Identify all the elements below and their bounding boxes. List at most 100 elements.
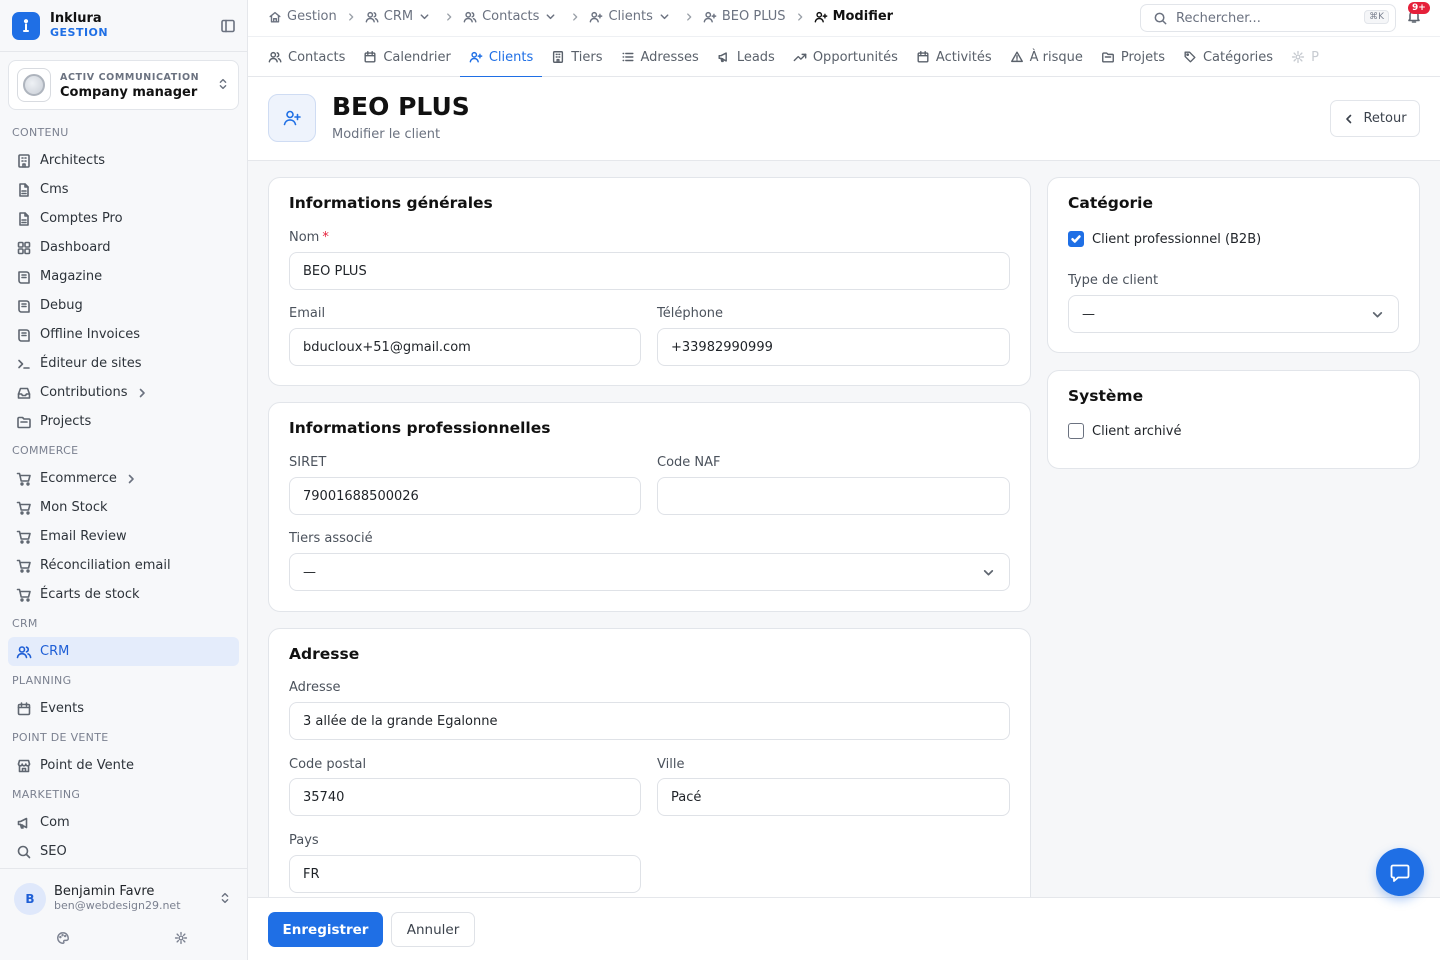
b2b-checkbox[interactable]: Client professionnel (B2B)	[1068, 231, 1261, 247]
chevron-up-down-icon[interactable]	[218, 891, 232, 905]
tab-tiers[interactable]: Tiers	[542, 37, 611, 77]
phone-label: Téléphone	[657, 306, 724, 321]
email-field[interactable]: bducloux+51@gmail.com	[289, 328, 641, 366]
user-menu[interactable]: B Benjamin Favre ben@webdesign29.net	[14, 883, 181, 915]
sidebar-item-label: Éditeur de sites	[40, 356, 142, 371]
chevron-up-down-icon	[216, 77, 230, 91]
naf-field[interactable]	[657, 477, 1010, 515]
brand[interactable]: Inklura GESTION	[12, 10, 238, 42]
tab-cat-gories[interactable]: Catégories	[1174, 37, 1282, 77]
gear-icon[interactable]	[174, 931, 188, 945]
chevron-right-icon	[128, 387, 156, 399]
country-field[interactable]: FR	[289, 855, 641, 893]
cart-icon	[16, 529, 40, 545]
tab-contacts[interactable]: Contacts	[259, 37, 354, 77]
sidebar-item-offline-invoices[interactable]: Offline Invoices	[8, 320, 239, 349]
nav-section-title: MARKETING	[12, 788, 81, 801]
tab-opportunit-s[interactable]: Opportunités	[784, 37, 907, 77]
tab-label: Clients	[488, 49, 534, 65]
sidebar-item-magazine[interactable]: Magazine	[8, 262, 239, 291]
country-label: Pays	[289, 833, 319, 848]
breadcrumb-label: Contacts	[482, 9, 540, 24]
sidebar-item-debug[interactable]: Debug	[8, 291, 239, 320]
users-icon	[268, 50, 288, 64]
sidebar-item-contributions[interactable]: Contributions	[8, 378, 239, 407]
tab-projets[interactable]: Projets	[1092, 37, 1174, 77]
archived-checkbox[interactable]: Client archivé	[1068, 423, 1181, 439]
sidebar-item-label: Cms	[40, 182, 69, 197]
breadcrumb-item[interactable]: BEO PLUS	[703, 9, 786, 24]
cancel-button[interactable]: Annuler	[391, 912, 475, 947]
tab-clients[interactable]: Clients	[459, 37, 543, 78]
card-title: Adresse	[289, 645, 360, 663]
sidebar-item-projects[interactable]: Projects	[8, 407, 239, 436]
city-field[interactable]: Pacé	[657, 778, 1010, 816]
user-plus-icon	[589, 10, 608, 24]
sidebar-item-architects[interactable]: Architects	[8, 146, 239, 175]
tiers-select[interactable]: —	[289, 553, 1010, 591]
chevron-left-icon	[1343, 113, 1363, 125]
sidebar-item-dashboard[interactable]: Dashboard	[8, 233, 239, 262]
sidebar-item-seo[interactable]: SEO	[8, 837, 239, 866]
tab-adresses[interactable]: Adresses	[612, 37, 708, 77]
siret-field[interactable]: 79001688500026	[289, 477, 641, 515]
tab--risque[interactable]: À risque	[1001, 37, 1092, 77]
brand-name: Inklura	[50, 11, 102, 26]
tab-leads[interactable]: Leads	[708, 37, 784, 77]
sidebar-item-ecommerce[interactable]: Ecommerce	[8, 464, 239, 493]
chevron-right-icon	[337, 12, 365, 22]
sidebar-item-label: SEO	[40, 844, 67, 859]
company-switcher[interactable]: ACTIV COMMUNICATION Company manager	[8, 60, 239, 110]
sidebar-item-cms[interactable]: Cms	[8, 175, 239, 204]
breadcrumb-item[interactable]: Contacts	[463, 9, 561, 24]
tab-activit-s[interactable]: Activités	[907, 37, 1001, 77]
breadcrumb-item[interactable]: CRM	[365, 9, 435, 24]
tab-calendrier[interactable]: Calendrier	[354, 37, 459, 77]
breadcrumb-item[interactable]: Clients	[589, 9, 674, 24]
client-type-select[interactable]: —	[1068, 295, 1399, 333]
sidebar-item-label: Email Review	[40, 529, 127, 544]
chevron-right-icon	[561, 12, 589, 22]
sidebar-item-label: Dashboard	[40, 240, 111, 255]
form-content[interactable]: Informations générales Nom * BEO PLUS Ema…	[248, 161, 1440, 897]
breadcrumb-item[interactable]: Gestion	[268, 9, 337, 24]
sidebar-item-mon-stock[interactable]: Mon Stock	[8, 493, 239, 522]
name-field[interactable]: BEO PLUS	[289, 252, 1010, 290]
sidebar-item-crm[interactable]: CRM	[8, 637, 239, 666]
address-label: Adresse	[289, 680, 341, 695]
sidebar-item--diteur-de-sites[interactable]: Éditeur de sites	[8, 349, 239, 378]
sidebar-item-label: Architects	[40, 153, 106, 168]
tab-p[interactable]: P	[1282, 37, 1328, 77]
chevron-down-icon[interactable]	[653, 11, 675, 22]
chevron-down-icon[interactable]	[539, 11, 561, 22]
divider	[0, 51, 247, 52]
building-icon	[16, 153, 40, 169]
sidebar-item-point-de-vente[interactable]: Point de Vente	[8, 751, 239, 780]
sidebar-item-label: Projects	[40, 414, 92, 429]
sidebar-item-com[interactable]: Com	[8, 808, 239, 837]
sidebar-toggle-icon[interactable]	[220, 18, 236, 34]
sidebar-item-email-review[interactable]: Email Review	[8, 522, 239, 551]
zip-field[interactable]: 35740	[289, 778, 641, 816]
sidebar-item-comptes-pro[interactable]: Comptes Pro	[8, 204, 239, 233]
required-mark: *	[322, 230, 329, 245]
calendar-icon	[16, 701, 40, 717]
sidebar-item-events[interactable]: Events	[8, 694, 239, 723]
sidebar-item-r-conciliation-email[interactable]: Réconciliation email	[8, 551, 239, 580]
tab-label: À risque	[1029, 49, 1083, 65]
chevron-down-icon[interactable]	[413, 11, 435, 22]
search-placeholder: Rechercher...	[1176, 10, 1261, 26]
sidebar-item--carts-de-stock[interactable]: Écarts de stock	[8, 580, 239, 609]
save-button[interactable]: Enregistrer	[268, 912, 383, 947]
archived-checkbox-label: Client archivé	[1092, 423, 1182, 439]
sidebar-nav: CONTENU Architects Cms Comptes Pro Dashboard…	[8, 118, 239, 866]
palette-icon[interactable]	[56, 931, 70, 945]
breadcrumb-label: BEO PLUS	[721, 9, 786, 24]
users-icon	[16, 644, 40, 660]
phone-field[interactable]: +33982990999	[657, 328, 1010, 366]
company-logo	[17, 68, 51, 102]
back-button[interactable]: Retour	[1330, 100, 1420, 137]
search-input[interactable]: Rechercher... ⌘K	[1140, 4, 1396, 32]
chat-button[interactable]	[1376, 848, 1424, 896]
address-field[interactable]: 3 allée de la grande Egalonne	[289, 702, 1010, 740]
